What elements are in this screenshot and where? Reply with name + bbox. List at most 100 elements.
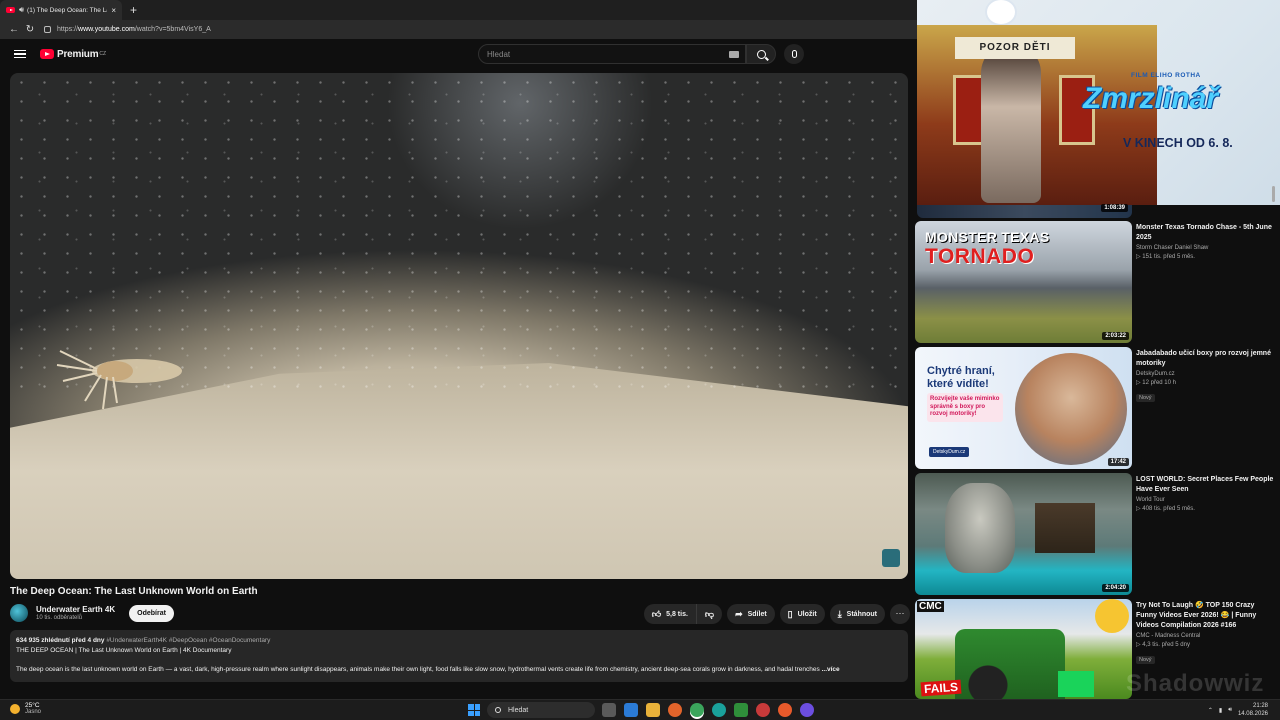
firefox-icon[interactable] xyxy=(668,703,682,717)
share-icon: ➦ xyxy=(735,608,743,619)
recommendation-channel[interactable]: Storm Chaser Daniel Shaw xyxy=(1136,245,1276,251)
download-button[interactable]: ⤓ Stáhnout xyxy=(829,604,885,624)
edge-icon[interactable] xyxy=(712,703,726,717)
ad-brand: Zmrzlinář xyxy=(1083,82,1219,115)
app-icon[interactable] xyxy=(756,703,770,717)
recommendation-stats: ▷ 408 tis. před 5 měs. xyxy=(1136,506,1195,512)
tray-chevron-icon[interactable]: ⌃ xyxy=(1208,707,1213,714)
menu-icon[interactable] xyxy=(14,49,26,59)
right-column: POZOR DĚTI FILM ELIHO ROTHA Zmrzlinář V … xyxy=(915,0,1280,700)
recommendation-item[interactable]: MONSTER TEXAS TORNADO 2:03:22 Monster Te… xyxy=(915,221,1278,343)
like-count: 5,8 tis. xyxy=(666,610,688,618)
excel-icon[interactable] xyxy=(734,703,748,717)
recommendation-channel[interactable]: CMC - Madness Central xyxy=(1136,633,1276,639)
network-icon[interactable]: ▮ xyxy=(1219,707,1222,714)
url-prefix: https:// xyxy=(57,26,79,33)
dislike-button[interactable]: 👎︎ xyxy=(696,604,723,624)
video-player[interactable] xyxy=(10,73,908,579)
taskbar-search-label: Hledat xyxy=(508,706,529,714)
video-title: The Deep Ocean: The Last Unknown World o… xyxy=(10,586,258,597)
recommendation-item[interactable]: 2:04:20 LOST WORLD: Secret Places Few Pe… xyxy=(915,473,1278,595)
channel-row: Underwater Earth 4K 10 tis. odběratelů O… xyxy=(10,604,174,622)
new-badge: Nový xyxy=(1136,394,1155,402)
url-field[interactable]: https://www.youtube.com/watch?v=5bm4VisY… xyxy=(44,26,211,33)
taskbar-search[interactable]: Hledat xyxy=(487,702,595,718)
hashtags[interactable]: #UnderwaterEarth4K #DeepOcean #OceanDocu… xyxy=(106,637,270,644)
search-placeholder: Hledat xyxy=(487,49,511,59)
description-line-2: THE DEEP OCEAN | The Last Unknown World … xyxy=(16,647,232,654)
file-explorer-icon[interactable] xyxy=(646,703,660,717)
description-stats: 634 935 zhlédnutí před 4 dny #Underwater… xyxy=(16,636,902,646)
browser-tab[interactable]: 🔊︎ (1) The Deep Ocean: The Last × xyxy=(0,0,122,20)
reload-icon[interactable]: ↻ xyxy=(22,24,38,35)
thumbs-up-icon: 👍︎ xyxy=(651,608,662,619)
youtube-logo[interactable]: Premium CZ xyxy=(40,49,106,60)
download-icon: ⤓ xyxy=(837,608,842,619)
recommendation-title[interactable]: Monster Texas Tornado Chase - 5th June 2… xyxy=(1136,223,1276,243)
recommendation-stats: ▷ 151 tis. před 5 měs. xyxy=(1136,254,1195,260)
recommendation-title[interactable]: LOST WORLD: Secret Places Few People Hav… xyxy=(1136,475,1276,495)
speaker-icon[interactable]: 🔊︎ xyxy=(19,5,24,15)
thumbnail[interactable]: MONSTER TEXAS TORNADO 2:03:22 xyxy=(915,221,1132,343)
channel-watermark-icon[interactable] xyxy=(882,549,900,567)
thumbnail[interactable]: Chytré hraní, které vidíte! Rozvíjejte v… xyxy=(915,347,1132,469)
channel-avatar[interactable] xyxy=(10,604,28,622)
share-button[interactable]: ➦ Sdílet xyxy=(727,604,775,624)
browser-tabstrip: 🔊︎ (1) The Deep Ocean: The Last × + xyxy=(0,0,917,20)
squid-figure xyxy=(56,350,182,410)
description-more[interactable]: ...více xyxy=(822,666,840,673)
recommendation-title[interactable]: Jabadabado učicí boxy pro rozvoj jemné m… xyxy=(1136,349,1276,369)
thumbnail-text: TORNADO xyxy=(925,245,1035,268)
more-actions-button[interactable]: ··· xyxy=(890,604,910,624)
description-box[interactable]: 634 935 zhlédnutí před 4 dny #Underwater… xyxy=(10,630,908,682)
firefox-dev-icon[interactable] xyxy=(778,703,792,717)
voice-search-button[interactable] xyxy=(784,44,804,64)
taskbar-apps xyxy=(602,703,814,717)
thumbnail[interactable]: 2:04:20 xyxy=(915,473,1132,595)
new-tab-button[interactable]: + xyxy=(122,0,145,20)
screen: 🔊︎ (1) The Deep Ocean: The Last × + ← ↻ … xyxy=(0,0,1280,720)
messenger-icon[interactable] xyxy=(800,703,814,717)
description-line-3: The deep ocean is the last unknown world… xyxy=(16,665,902,675)
search-icon xyxy=(495,707,501,713)
like-button[interactable]: 👍︎ 5,8 tis. xyxy=(643,604,697,624)
duration-badge: 2:03:22 xyxy=(1102,332,1129,340)
thumbnail-text: DetskyDum.cz xyxy=(929,447,970,457)
save-button[interactable]: ▯ Uložit xyxy=(779,604,825,624)
weather-condition: Jasno xyxy=(25,709,42,715)
url-host: www.youtube.com xyxy=(78,26,135,33)
moon-icon xyxy=(10,703,20,714)
recommendation-channel[interactable]: World Tour xyxy=(1136,497,1276,503)
recommendation-channel[interactable]: DetskyDum.cz xyxy=(1136,371,1276,377)
duration-badge: 2:04:20 xyxy=(1102,584,1129,592)
views-age: 634 935 zhlédnutí před 4 dny xyxy=(16,637,105,644)
thumbnail-stone-face xyxy=(945,483,1015,573)
close-tab-icon[interactable]: × xyxy=(111,6,116,15)
mail-icon[interactable] xyxy=(624,703,638,717)
volume-icon[interactable]: 🔊︎ xyxy=(1228,707,1232,714)
duration-badge: 1:08:39 xyxy=(1101,204,1128,212)
partial-thumbnail[interactable]: 1:08:39 xyxy=(917,204,1132,218)
chrome-icon[interactable] xyxy=(690,703,704,717)
site-info-icon[interactable] xyxy=(44,26,51,33)
weather-widget[interactable]: 25°C Jasno xyxy=(10,702,41,715)
keyboard-icon[interactable] xyxy=(729,51,739,58)
subscribe-button[interactable]: Odebírat xyxy=(129,604,174,622)
scrollbar[interactable] xyxy=(1272,186,1275,202)
search-input[interactable]: Hledat xyxy=(478,44,746,64)
task-view-icon[interactable] xyxy=(602,703,616,717)
recommendation-title[interactable]: Try Not To Laugh 🤣 TOP 150 Crazy Funny V… xyxy=(1136,601,1276,631)
clock[interactable]: 21:28 14.08.2026 xyxy=(1238,702,1268,718)
recommendation-meta: Monster Texas Tornado Chase - 5th June 2… xyxy=(1136,223,1276,260)
channel-name[interactable]: Underwater Earth 4K xyxy=(36,605,115,614)
search-button[interactable] xyxy=(746,44,776,64)
recommendation-item[interactable]: Chytré hraní, které vidíte! Rozvíjejte v… xyxy=(915,347,1278,469)
ad-banner[interactable]: POZOR DĚTI FILM ELIHO ROTHA Zmrzlinář V … xyxy=(917,0,1280,205)
youtube-favicon-icon xyxy=(6,7,15,13)
thumbnail-tractor xyxy=(955,629,1065,699)
back-icon[interactable]: ← xyxy=(6,24,22,35)
windows-start-icon[interactable] xyxy=(468,704,480,716)
tab-title: (1) The Deep Ocean: The Last xyxy=(27,6,108,14)
thumbnail-text: FAILS xyxy=(920,679,962,697)
microphone-icon xyxy=(791,50,797,58)
